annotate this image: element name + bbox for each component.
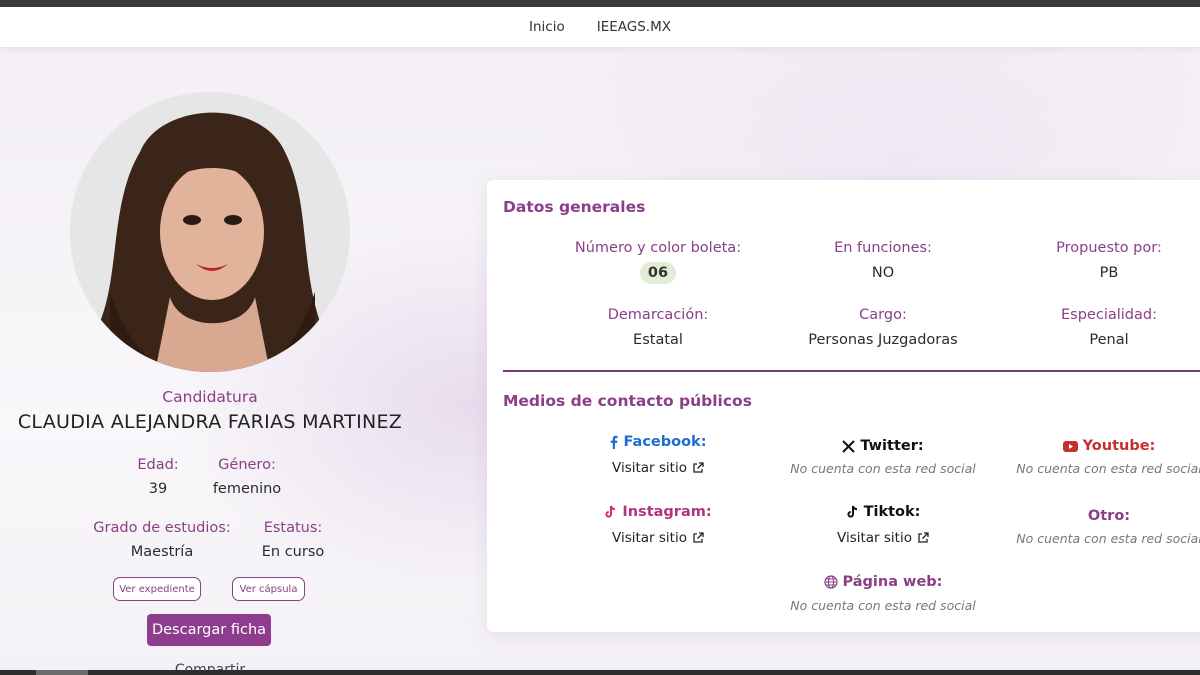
tiktok-visit-link[interactable]: Visitar sitio — [773, 530, 993, 546]
demarcation-value: Estatal — [633, 332, 683, 348]
facebook-label: Facebook: — [623, 434, 707, 450]
candidate-name: CLAUDIA ALEJANDRA FARIAS MARTINEZ — [17, 411, 403, 433]
instagram-visit-text: Visitar sitio — [612, 530, 687, 546]
youtube-label: Youtube: — [1082, 438, 1156, 454]
web-no-account: No cuenta con esta red social — [790, 598, 976, 613]
twitter-label-row: Twitter: — [773, 438, 993, 454]
facebook-visit-text: Visitar sitio — [612, 460, 687, 476]
other-no-account: No cuenta con esta red social — [1016, 531, 1200, 546]
nav-link-inicio[interactable]: Inicio — [529, 19, 565, 35]
external-link-icon — [692, 462, 704, 474]
tiktok-visit-text: Visitar sitio — [837, 530, 912, 546]
tiktok-label: Tiktok: — [863, 504, 921, 520]
status-value: En curso — [261, 544, 325, 560]
candidate-photo — [70, 92, 350, 372]
view-capsule-button[interactable]: Ver cápsula — [232, 577, 305, 601]
general-data-title: Datos generales — [503, 198, 646, 216]
web-label-row: Página web: — [773, 574, 993, 590]
gender-value: femenino — [212, 481, 282, 497]
globe-icon — [823, 575, 838, 589]
tiktok-style-instagram-icon — [604, 505, 617, 519]
facebook-visit-link[interactable]: Visitar sitio — [548, 460, 768, 476]
window-top-strip — [0, 0, 1200, 7]
youtube-label-row: Youtube: — [999, 438, 1200, 454]
external-link-icon — [917, 532, 929, 544]
top-navbar: Inicio IEEAGS.MX — [0, 7, 1200, 47]
ballot-label: Número y color boleta: — [574, 240, 742, 256]
youtube-no-account: No cuenta con esta red social — [1016, 461, 1200, 476]
instagram-label: Instagram: — [622, 504, 712, 520]
candidate-photo-illustration — [70, 92, 350, 372]
twitter-no-account: No cuenta con esta red social — [790, 461, 976, 476]
tiktok-label-row: Tiktok: — [773, 504, 993, 520]
tiktok-icon — [846, 505, 859, 519]
in-office-label: En funciones: — [834, 240, 932, 256]
nav-link-ieeags[interactable]: IEEAGS.MX — [597, 19, 671, 35]
proposed-value: PB — [1099, 265, 1119, 281]
facebook-label-row: Facebook: — [548, 434, 768, 450]
position-label: Cargo: — [859, 307, 907, 323]
position-value: Personas Juzgadoras — [808, 332, 958, 348]
status-label: Estatus: — [263, 520, 323, 536]
view-file-button[interactable]: Ver expediente — [113, 577, 201, 601]
external-link-icon — [692, 532, 704, 544]
instagram-label-row: Instagram: — [548, 504, 768, 520]
education-label: Grado de estudios: — [93, 520, 231, 536]
age-label: Edad: — [137, 457, 179, 473]
in-office-value: NO — [871, 265, 895, 281]
specialty-label: Especialidad: — [1061, 307, 1157, 323]
instagram-visit-link[interactable]: Visitar sitio — [548, 530, 768, 546]
window-bottom-strip — [0, 670, 1200, 675]
age-value: 39 — [148, 481, 168, 497]
download-sheet-button[interactable]: Descargar ficha — [147, 614, 271, 646]
gender-label: Género: — [218, 457, 276, 473]
other-label: Otro: — [1087, 508, 1131, 524]
twitter-label: Twitter: — [860, 438, 924, 454]
education-value: Maestría — [130, 544, 194, 560]
demarcation-label: Demarcación: — [607, 307, 709, 323]
contact-title: Medios de contacto públicos — [503, 392, 752, 410]
specialty-value: Penal — [1089, 332, 1129, 348]
candidacy-label: Candidatura — [162, 388, 258, 406]
general-data-card: Datos generales Número y color boleta: 0… — [487, 180, 1200, 632]
facebook-icon — [609, 435, 618, 449]
section-divider — [503, 370, 1200, 372]
taskbar-segment — [36, 670, 88, 675]
proposed-label: Propuesto por: — [1056, 240, 1162, 256]
x-icon — [842, 439, 856, 453]
youtube-icon — [1062, 440, 1078, 452]
ballot-number-badge: 06 — [640, 262, 676, 284]
web-label: Página web: — [842, 574, 943, 590]
